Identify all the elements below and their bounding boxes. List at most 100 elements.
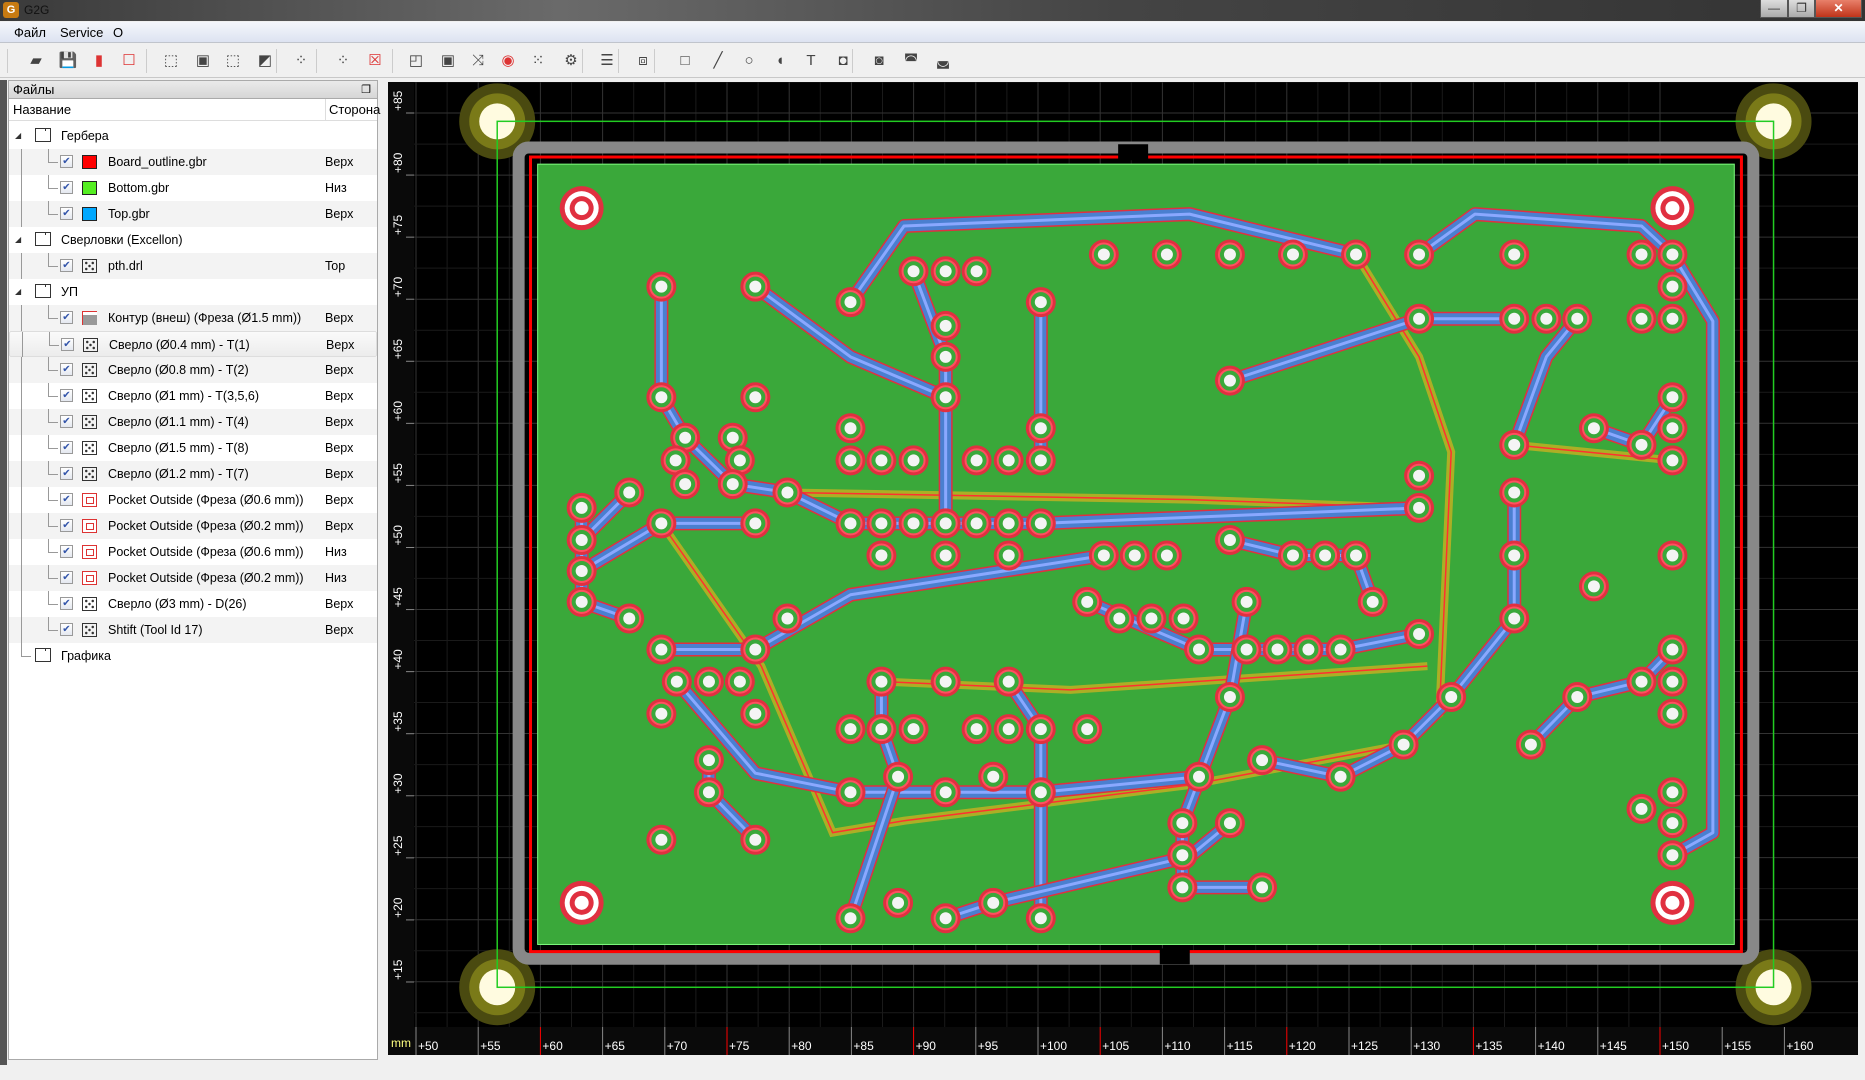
visibility-checkbox[interactable]: ✔ bbox=[60, 597, 73, 610]
visibility-checkbox[interactable]: ✔ bbox=[61, 338, 74, 351]
thermal-button[interactable]: ⤨ bbox=[467, 49, 489, 71]
union-button[interactable]: ◘ bbox=[832, 49, 854, 71]
visibility-checkbox[interactable]: ✔ bbox=[60, 389, 73, 402]
tree-item[interactable]: ✔ Pocket Outside (Фреза (Ø0.2 mm)) Верх bbox=[9, 513, 377, 539]
tree-item[interactable]: ✔ Pocket Outside (Фреза (Ø0.6 mm)) Верх bbox=[9, 487, 377, 513]
pocket-button[interactable]: ▣ bbox=[437, 49, 459, 71]
difference-button[interactable]: ◙ bbox=[868, 49, 890, 71]
open-folder-button[interactable]: ▰ bbox=[25, 49, 47, 71]
item-side: Top bbox=[325, 259, 346, 273]
gcode-button[interactable]: ☰ bbox=[596, 49, 618, 71]
exclusion-button[interactable]: ◛ bbox=[932, 49, 954, 71]
tree-item[interactable]: ✔ Сверло (Ø1.1 mm) - T(4) Верх bbox=[9, 409, 377, 435]
zoom-out-button[interactable]: ◩ bbox=[254, 49, 276, 71]
item-label: Сверло (Ø1.2 mm) - T(7) bbox=[108, 467, 249, 481]
tree-item[interactable]: ✔ Сверло (Ø0.8 mm) - T(2) Верх bbox=[9, 357, 377, 383]
menu-about[interactable]: О bbox=[113, 25, 123, 40]
x-tick-label: +150 bbox=[1662, 1039, 1689, 1053]
fit-all-button[interactable]: ⬚ bbox=[160, 49, 182, 71]
tree-folder[interactable]: ◢ Сверловки (Excellon) bbox=[9, 227, 377, 253]
column-name[interactable]: Название bbox=[13, 99, 71, 121]
delete-button[interactable]: ☒ bbox=[364, 49, 386, 71]
drill-hole bbox=[939, 319, 952, 332]
tree-item[interactable]: ✔ pth.drl Top bbox=[9, 253, 377, 279]
layer-color-swatch[interactable] bbox=[82, 181, 97, 195]
drill-hole bbox=[1286, 549, 1299, 562]
line-button[interactable]: ╱ bbox=[707, 49, 729, 71]
tree-item[interactable]: ✔ Контур (внеш) (Фреза (Ø1.5 mm)) Верх bbox=[9, 305, 377, 331]
float-panel-icon[interactable]: ❐ bbox=[361, 81, 371, 99]
text-button[interactable]: T bbox=[800, 49, 822, 71]
y-tick-label: +50 bbox=[391, 525, 405, 546]
fit-board-icon: ▣ bbox=[195, 52, 211, 69]
deselect-button[interactable]: ⁘ bbox=[332, 49, 354, 71]
drill-hole bbox=[1002, 675, 1015, 688]
visibility-checkbox[interactable]: ✔ bbox=[60, 311, 73, 324]
expand-icon[interactable]: ◢ bbox=[15, 287, 21, 296]
save-button[interactable]: 💾 bbox=[57, 49, 79, 71]
fiducial-pad bbox=[574, 201, 589, 216]
profile-button[interactable]: ◰ bbox=[405, 49, 427, 71]
visibility-checkbox[interactable]: ✔ bbox=[60, 415, 73, 428]
drill-hole bbox=[679, 478, 692, 491]
visibility-checkbox[interactable]: ✔ bbox=[60, 623, 73, 636]
tree-item[interactable]: ✔ Pocket Outside (Фреза (Ø0.2 mm)) Низ bbox=[9, 565, 377, 591]
visibility-checkbox[interactable]: ✔ bbox=[60, 519, 73, 532]
tree-item[interactable]: ✔ Bottom.gbr Низ bbox=[9, 175, 377, 201]
arc-button[interactable]: ◖ bbox=[769, 49, 791, 71]
visibility-checkbox[interactable]: ✔ bbox=[60, 207, 73, 220]
export-button[interactable]: ▮ bbox=[88, 49, 110, 71]
drill-grid-button[interactable]: ⁙ bbox=[527, 49, 549, 71]
visibility-checkbox[interactable]: ✔ bbox=[60, 493, 73, 506]
minimize-button[interactable]: — bbox=[1760, 0, 1788, 18]
visibility-checkbox[interactable]: ✔ bbox=[60, 467, 73, 480]
restore-button[interactable]: ❐ bbox=[1788, 0, 1815, 18]
ellipse-button[interactable]: ○ bbox=[738, 49, 760, 71]
column-side[interactable]: Сторона bbox=[325, 99, 380, 121]
tree-item[interactable]: ✔ Shtift (Tool Id 17) Верх bbox=[9, 617, 377, 643]
tree-item[interactable]: ✔ Сверло (Ø1 mm) - T(3,5,6) Верх bbox=[9, 383, 377, 409]
layer-color-swatch[interactable] bbox=[82, 207, 97, 221]
settings-button[interactable]: ⚙ bbox=[560, 49, 582, 71]
visibility-checkbox[interactable]: ✔ bbox=[60, 441, 73, 454]
intersection-button[interactable]: ◚ bbox=[900, 49, 922, 71]
visibility-checkbox[interactable]: ✔ bbox=[60, 181, 73, 194]
tree-item[interactable]: ✔ Сверло (Ø3 mm) - D(26) Верх bbox=[9, 591, 377, 617]
rectangle-button[interactable]: □ bbox=[674, 49, 696, 71]
zoom-selection-button[interactable]: ⬚ bbox=[222, 49, 244, 71]
visibility-checkbox[interactable]: ✔ bbox=[60, 545, 73, 558]
drill-hole bbox=[1081, 595, 1094, 608]
close-button[interactable]: ✕ bbox=[1815, 0, 1862, 18]
mirror-button[interactable]: ⧈ bbox=[632, 49, 654, 71]
toolbar-separator bbox=[654, 49, 655, 73]
expand-icon[interactable]: ◢ bbox=[15, 131, 21, 140]
visibility-checkbox[interactable]: ✔ bbox=[60, 259, 73, 272]
drill-hole bbox=[1635, 675, 1648, 688]
pcb-drawing[interactable]: mm +50 +55 +60 +65 +70 +75 +80 +85 +90 +95 +100 +105… bbox=[388, 82, 1858, 1055]
visibility-checkbox[interactable]: ✔ bbox=[60, 363, 73, 376]
layer-color-swatch[interactable] bbox=[82, 155, 97, 169]
visibility-checkbox[interactable]: ✔ bbox=[60, 155, 73, 168]
tree-item[interactable]: ✔ Сверло (Ø1.5 mm) - T(8) Верх bbox=[9, 435, 377, 461]
drilling-button[interactable]: ◉ bbox=[497, 49, 519, 71]
tree-item[interactable]: ✔ Сверло (Ø1.2 mm) - T(7) Верх bbox=[9, 461, 377, 487]
title-bar: G G2G — ❐ ✕ bbox=[0, 0, 1865, 21]
tree-item[interactable]: ✔ Сверло (Ø0.4 mm) - T(1) Верх bbox=[9, 331, 377, 358]
fit-board-button[interactable]: ▣ bbox=[192, 49, 214, 71]
pcb-viewer[interactable]: mm +50 +55 +60 +65 +70 +75 +80 +85 +90 +95 +100 +105… bbox=[388, 82, 1858, 1055]
menu-service[interactable]: Service bbox=[60, 25, 103, 40]
expand-icon[interactable]: ◢ bbox=[15, 235, 21, 244]
tree-item[interactable]: ✔ Top.gbr Верх bbox=[9, 201, 377, 227]
y-tick-label: +55 bbox=[391, 463, 405, 484]
visibility-checkbox[interactable]: ✔ bbox=[60, 571, 73, 584]
tree-item[interactable]: ✔ Board_outline.gbr Верх bbox=[9, 149, 377, 175]
x-tick-label: +75 bbox=[729, 1039, 750, 1053]
close-file-button[interactable]: ☐ bbox=[118, 49, 140, 71]
tree-item[interactable]: ✔ Pocket Outside (Фреза (Ø0.6 mm)) Низ bbox=[9, 539, 377, 565]
line-icon: ╱ bbox=[713, 52, 723, 69]
tree-folder[interactable]: ◢ Гербера bbox=[9, 123, 377, 149]
tree-folder[interactable]: Графика bbox=[9, 643, 377, 669]
select-all-button[interactable]: ⁘ bbox=[290, 49, 312, 71]
tree-folder[interactable]: ◢ УП bbox=[9, 279, 377, 305]
menu-file[interactable]: Файл bbox=[14, 25, 46, 40]
